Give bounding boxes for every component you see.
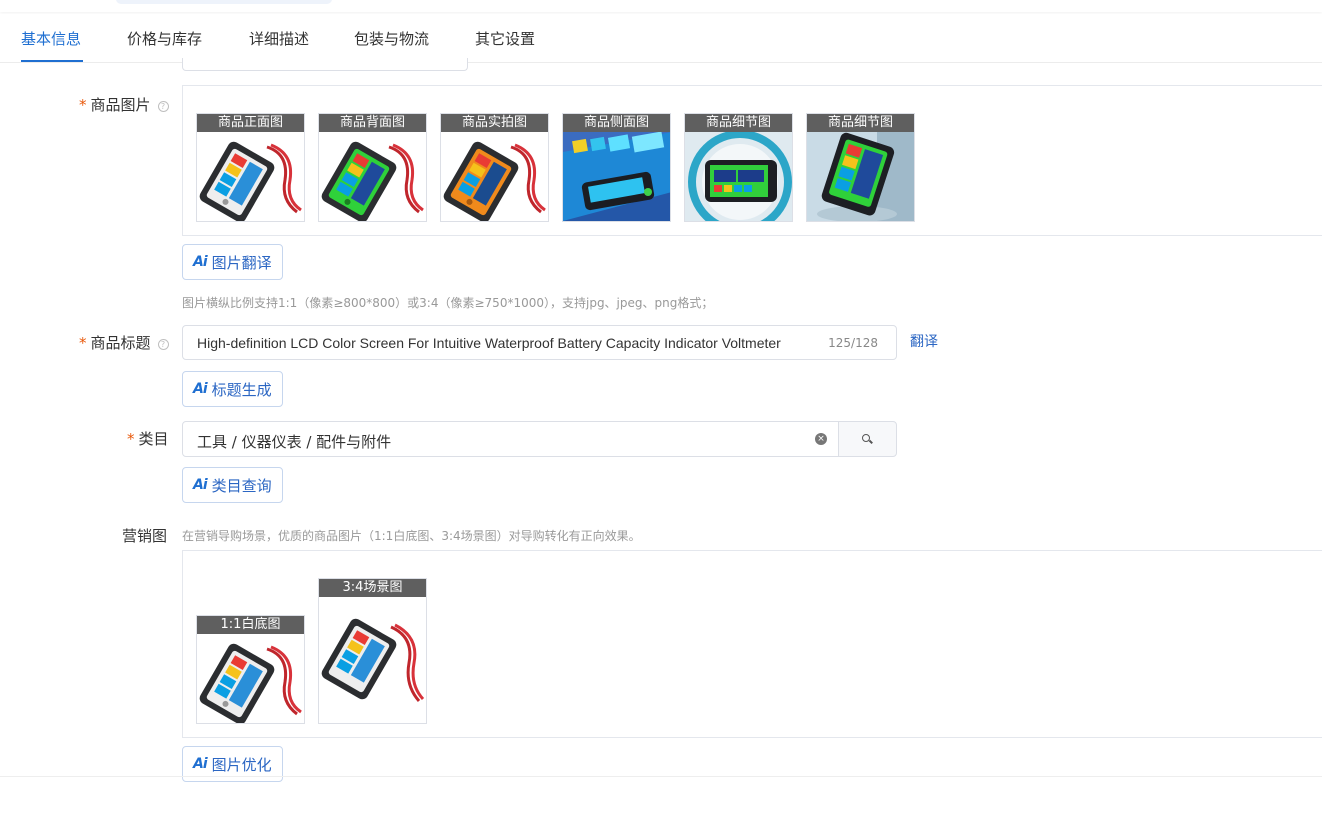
- ai-icon: Ai: [193, 756, 208, 772]
- product-image-back[interactable]: 商品背面图: [318, 113, 427, 222]
- battery-meter-image: [441, 132, 548, 221]
- active-tab-indicator: [21, 60, 83, 62]
- top-strip: [0, 0, 1322, 12]
- product-image-detail-1[interactable]: 商品细节图: [684, 113, 793, 222]
- tab-bar: 基本信息 价格与库存 详细描述 包装与物流 其它设置: [0, 14, 1322, 63]
- battery-meter-image: [319, 132, 426, 221]
- ai-icon: Ai: [193, 254, 208, 270]
- category-value: 工具 / 仪器仪表 / 配件与附件: [197, 433, 392, 451]
- translate-title-link[interactable]: 翻译: [910, 331, 938, 351]
- battery-meter-image: [807, 132, 914, 221]
- category-query-button[interactable]: Ai 类目查询: [182, 467, 283, 503]
- category-search-button[interactable]: [838, 421, 897, 457]
- tab-packaging[interactable]: 包装与物流: [354, 28, 429, 49]
- battery-meter-image: [197, 634, 304, 723]
- tab-description[interactable]: 详细描述: [249, 28, 309, 49]
- title-char-count: 125/128: [828, 336, 878, 350]
- help-icon[interactable]: ?: [157, 101, 169, 112]
- previous-field-box: [182, 58, 468, 71]
- product-images-label: * 商品图片?: [79, 94, 169, 115]
- product-image-front[interactable]: 商品正面图: [196, 113, 305, 222]
- top-search-pill[interactable]: [116, 0, 332, 4]
- footer-divider: [0, 776, 1322, 777]
- marketing-hint: 在营销导购场景，优质的商品图片（1:1白底图、3:4场景图）对导购转化有正向效果…: [182, 529, 641, 543]
- category-label: * 类目: [127, 430, 169, 448]
- product-title-label: * 商品标题?: [79, 332, 169, 353]
- battery-meter-image: [319, 597, 426, 723]
- tab-price-stock[interactable]: 价格与库存: [127, 28, 202, 49]
- search-icon: [862, 434, 870, 442]
- marketing-image-white-bg[interactable]: 1:1白底图: [196, 615, 305, 724]
- image-translate-button[interactable]: Ai 图片翻译: [182, 244, 283, 280]
- help-icon[interactable]: ?: [157, 339, 169, 350]
- battery-meter-closeup-image: [563, 132, 670, 221]
- clear-icon[interactable]: ×: [815, 433, 827, 445]
- battery-meter-gauge-image: [685, 132, 792, 221]
- product-image-side[interactable]: 商品侧面图: [562, 113, 671, 222]
- ai-icon: Ai: [193, 477, 208, 493]
- category-input[interactable]: 工具 / 仪器仪表 / 配件与附件 ×: [182, 421, 839, 457]
- marketing-images-label: 营销图: [122, 527, 168, 545]
- product-title-value[interactable]: High-definition LCD Color Screen For Int…: [197, 335, 819, 351]
- ai-icon: Ai: [193, 381, 208, 397]
- product-title-input[interactable]: High-definition LCD Color Screen For Int…: [182, 325, 897, 360]
- tab-other-settings[interactable]: 其它设置: [475, 28, 535, 49]
- marketing-image-scene[interactable]: 3:4场景图: [318, 578, 427, 724]
- product-image-detail-2[interactable]: 商品细节图: [806, 113, 915, 222]
- title-generate-button[interactable]: Ai 标题生成: [182, 371, 283, 407]
- image-format-hint: 图片横纵比例支持1:1（像素≥800*800）或3:4（像素≥750*1000）…: [182, 296, 714, 310]
- product-image-real[interactable]: 商品实拍图: [440, 113, 549, 222]
- tab-basic-info[interactable]: 基本信息: [21, 28, 81, 49]
- battery-meter-image: [197, 132, 304, 221]
